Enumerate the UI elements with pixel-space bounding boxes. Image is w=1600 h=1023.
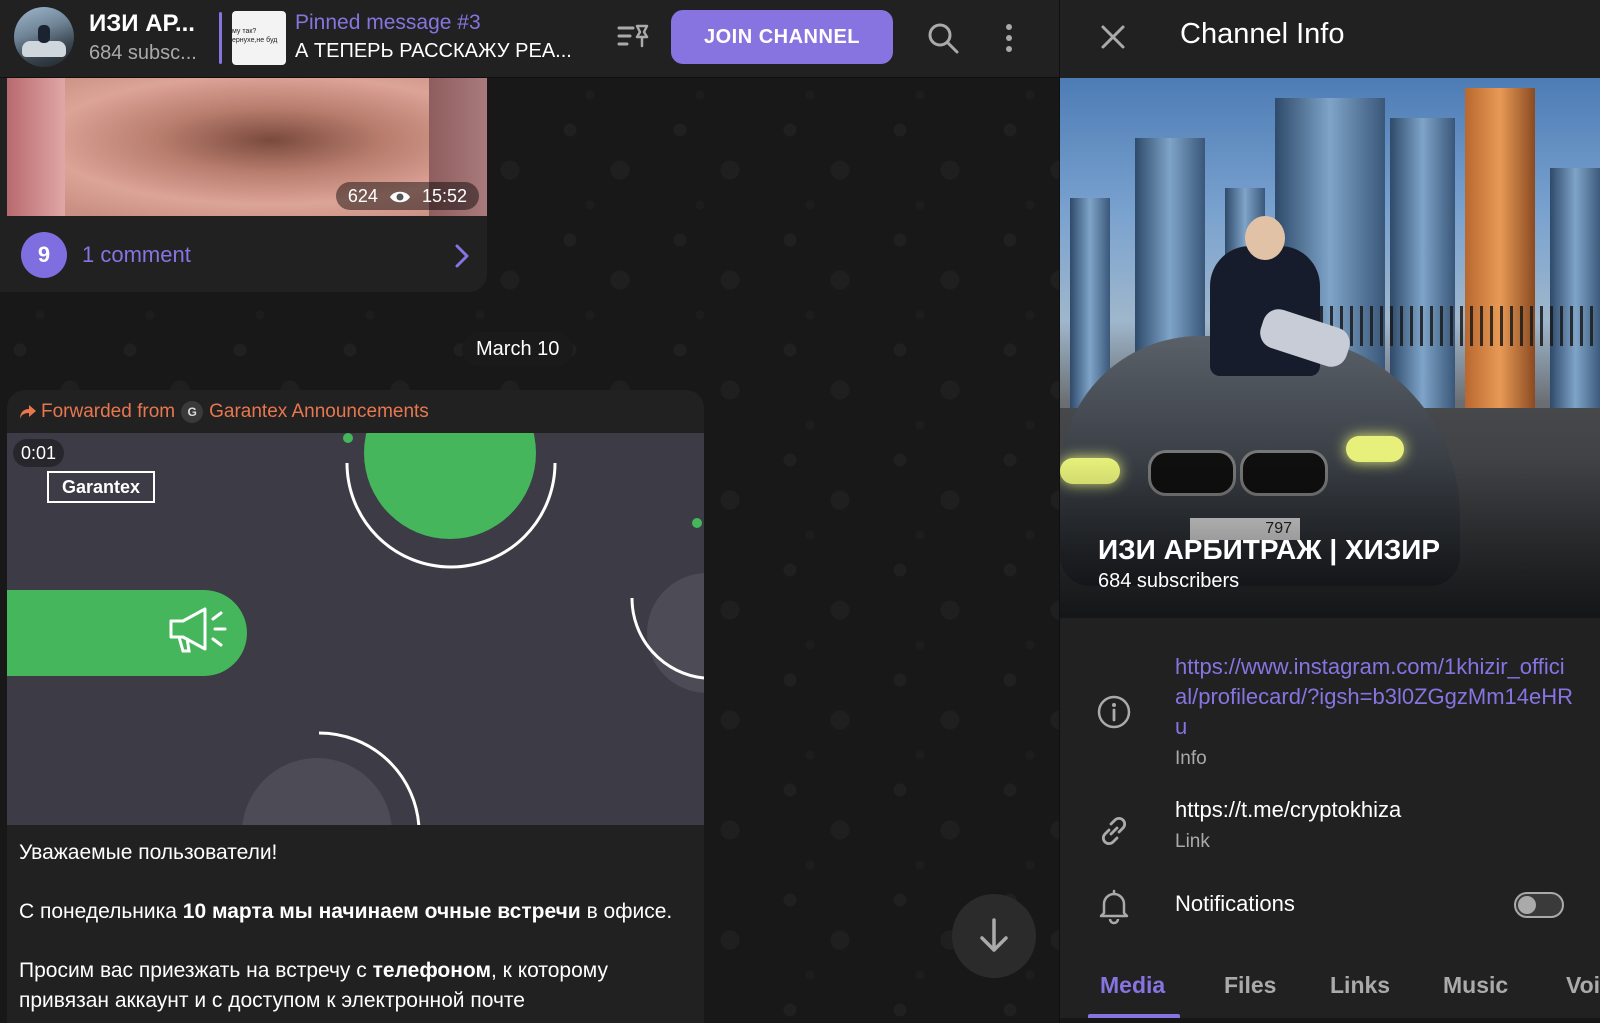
tab-music[interactable]: Music xyxy=(1443,972,1508,999)
message-text: Уважаемые пользователи! С понедельника 1… xyxy=(19,838,679,1023)
tab-links[interactable]: Links xyxy=(1330,972,1390,999)
pinned-message-title[interactable]: Pinned message #3 xyxy=(295,11,481,35)
views-count: 624 xyxy=(347,186,378,206)
chevron-right-icon xyxy=(455,244,469,268)
channel-subscribers: 684 subsc... xyxy=(89,42,197,64)
chat-header: ИЗИ АР... 684 subsc... му так? ернухе,не… xyxy=(0,0,1059,78)
source-avatar: G xyxy=(181,401,204,423)
channel-cover-photo[interactable]: 797 ИЗИ АРБИТРАЖ | ХИЗИР 684 subscribers xyxy=(1060,78,1600,618)
message-time: 15:52 xyxy=(421,186,467,206)
toggle-knob xyxy=(1518,896,1536,914)
tab-voice[interactable]: Voi xyxy=(1566,972,1600,999)
avatar-person-shape xyxy=(38,25,50,43)
link-icon xyxy=(1101,816,1127,846)
info-link-value[interactable]: https://www.instagram.com/1khizir_offici… xyxy=(1175,652,1575,742)
info-icon xyxy=(1097,695,1131,729)
bold-text: 10 марта мы начинаем очные встречи xyxy=(182,900,581,923)
garantex-logo: Garantex xyxy=(47,471,155,503)
tab-media[interactable]: Media xyxy=(1100,972,1165,999)
forwarded-label: Forwarded from xyxy=(41,401,176,423)
forward-arrow-icon xyxy=(20,405,36,419)
message-bubble: 624 15:52 9 1 comment xyxy=(0,60,487,292)
channel-name: ИЗИ АРБИТРАЖ | ХИЗИР xyxy=(1098,534,1441,565)
more-vertical-icon[interactable] xyxy=(996,21,1022,55)
pinned-message-text[interactable]: А ТЕПЕРЬ РАССКАЖУ РЕА... xyxy=(295,40,585,63)
eye-icon xyxy=(389,192,410,203)
building-shape xyxy=(1550,168,1600,418)
message-video-thumbnail[interactable]: 624 15:52 xyxy=(7,78,487,216)
thumb-text: ернухе,не буд xyxy=(232,37,278,44)
forwarded-source[interactable]: Garantex Announcements xyxy=(209,401,429,422)
join-channel-button[interactable]: JOIN CHANNEL xyxy=(671,10,893,64)
building-shape xyxy=(1465,88,1535,418)
pinned-indicator-bar xyxy=(219,12,222,64)
channel-subscriber-count: 684 subscribers xyxy=(1098,570,1240,592)
channel-info-panel: Channel Info 797 ИЗИ АРБИТРАЖ | ХИЗИР 68… xyxy=(1059,0,1600,1023)
message-paragraph: Просим вас приезжать на встречу с телефо… xyxy=(19,956,679,1016)
close-icon[interactable] xyxy=(1096,20,1130,54)
comments-button[interactable]: 9 1 comment xyxy=(0,226,487,282)
person-head xyxy=(1245,216,1285,260)
media-tabs: Media Files Links Music Voi xyxy=(1060,960,1600,1023)
text-span: Просим вас приезжать на встречу с xyxy=(19,959,373,982)
date-separator: March 10 xyxy=(462,332,574,366)
chat-area: 624 15:52 9 1 comment March 10 Forwarded… xyxy=(0,0,1059,1023)
megaphone-icon xyxy=(169,607,227,653)
message-bubble: Forwarded from G Garantex Announcements 0:… xyxy=(7,390,704,1023)
message-paragraph: Уважаемые пользователи! xyxy=(19,838,679,868)
building-shape xyxy=(1390,118,1455,418)
channel-avatar[interactable] xyxy=(14,7,74,67)
panel-title: Channel Info xyxy=(1180,18,1345,50)
thumbnail-blur-left xyxy=(7,78,65,216)
pinned-thumbnail[interactable]: му так? ернухе,не буд xyxy=(232,11,286,65)
text-span: в офисе. xyxy=(580,900,673,923)
message-video[interactable]: 0:01 Garantex xyxy=(7,433,704,825)
message-greeting: Уважаемые пользователи! xyxy=(19,841,278,864)
message-paragraph: С понедельника 10 марта мы начинаем очны… xyxy=(19,897,679,927)
bold-text: телефоном xyxy=(372,959,492,982)
notifications-row[interactable]: Notifications xyxy=(1060,882,1600,928)
embankment-fence xyxy=(1320,306,1600,346)
thumb-text: му так? xyxy=(232,28,257,35)
notifications-toggle[interactable] xyxy=(1514,892,1564,918)
forwarded-header[interactable]: Forwarded from G Garantex Announcements xyxy=(19,401,429,423)
tabs-divider xyxy=(1060,1018,1600,1023)
avatar-car-shape xyxy=(22,41,66,57)
search-icon[interactable] xyxy=(926,21,960,55)
info-row-link[interactable]: https://t.me/cryptokhiza Link xyxy=(1060,795,1600,855)
info-row-label: Info xyxy=(1175,748,1207,769)
bell-icon xyxy=(1099,889,1129,925)
link-row-label: Link xyxy=(1175,831,1210,852)
comments-count-label: 1 comment xyxy=(82,242,191,267)
tab-files[interactable]: Files xyxy=(1224,972,1276,999)
pinned-list-icon[interactable] xyxy=(617,22,651,52)
info-row-description[interactable]: https://www.instagram.com/1khizir_offici… xyxy=(1060,650,1600,780)
channel-link-value[interactable]: https://t.me/cryptokhiza xyxy=(1175,795,1575,825)
arrow-down-icon xyxy=(980,918,1008,952)
commenter-avatar: 9 xyxy=(21,232,67,278)
scroll-to-bottom-button[interactable] xyxy=(952,894,1036,978)
text-span: С понедельника xyxy=(19,900,183,923)
video-duration: 0:01 xyxy=(13,439,65,467)
channel-title[interactable]: ИЗИ АР... xyxy=(89,10,213,38)
views-time-badge: 624 15:52 xyxy=(335,182,479,210)
